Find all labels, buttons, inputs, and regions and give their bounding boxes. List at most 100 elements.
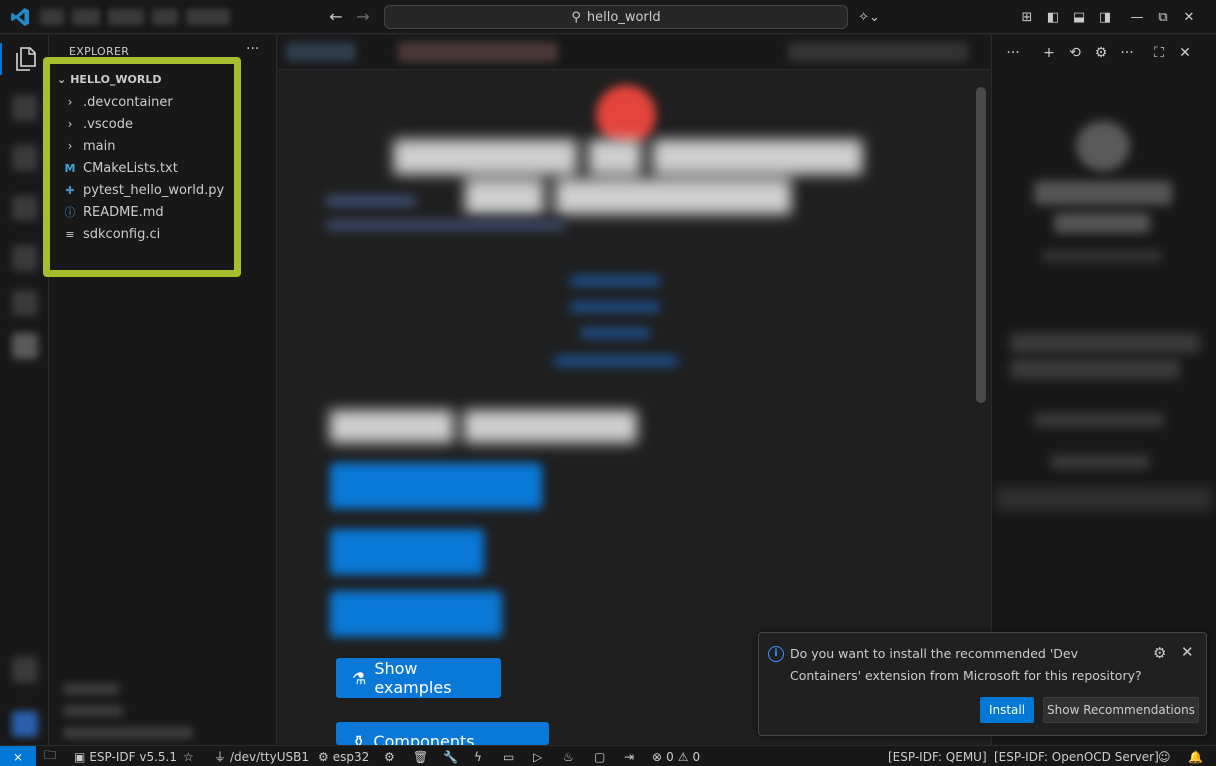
- new-chat-icon[interactable]: +: [1036, 43, 1062, 63]
- install-button[interactable]: Install: [980, 697, 1034, 723]
- target-item[interactable]: ⚙ esp32: [318, 748, 369, 765]
- openocd-item[interactable]: [ESP-IDF: OpenOCD Server]: [994, 748, 1159, 765]
- chevron-down-icon: ⌄: [57, 73, 67, 86]
- fire-icon[interactable]: ♨: [563, 748, 574, 765]
- containers-icon[interactable]: [12, 333, 38, 359]
- blurred-link[interactable]: [1034, 413, 1164, 427]
- run-debug-icon[interactable]: [12, 195, 38, 221]
- tab-welcome[interactable]: [398, 42, 558, 62]
- more-icon[interactable]: ···: [1000, 43, 1026, 63]
- tree-item-cmakelists[interactable]: M CMakeLists.txt: [63, 157, 178, 179]
- esp-idf-icon: ▣: [74, 749, 86, 764]
- remote-indicator-icon[interactable]: ⨯: [0, 746, 36, 766]
- outline-section[interactable]: [63, 683, 119, 695]
- close-window-icon[interactable]: ✕: [1176, 8, 1202, 26]
- activity-bar: [0, 35, 49, 745]
- command-center-search[interactable]: ⚲ hello_world: [384, 5, 848, 29]
- star-icon[interactable]: ☆: [183, 748, 194, 765]
- toggle-panel-icon[interactable]: ⬓: [1066, 8, 1092, 26]
- trash-icon[interactable]: 🗑: [413, 748, 428, 765]
- tree-item-main[interactable]: › main: [63, 135, 116, 157]
- editor-scrollbar[interactable]: [976, 87, 986, 403]
- search-view-icon[interactable]: [12, 95, 38, 121]
- tab-blurred[interactable]: [286, 42, 356, 62]
- blurred-action-button[interactable]: [330, 591, 502, 637]
- copilot-menu[interactable]: ✧⌄: [856, 8, 882, 26]
- extensions-icon[interactable]: [12, 245, 38, 271]
- gear-icon[interactable]: ⚙: [1088, 43, 1114, 63]
- notification-toast: i Do you want to install the recommended…: [758, 632, 1207, 736]
- tree-item-sdkconfig[interactable]: ≡ sdkconfig.ci: [63, 223, 160, 245]
- blurred-link[interactable]: [554, 355, 678, 367]
- gear-icon[interactable]: ⚙: [1153, 644, 1166, 662]
- restore-icon[interactable]: ⧉: [1150, 8, 1176, 26]
- idf-version-item[interactable]: ▣ ESP-IDF v5.5.1: [74, 748, 177, 765]
- toggle-primary-sidebar-icon[interactable]: ◧: [1040, 8, 1066, 26]
- build-icon[interactable]: 🔧: [443, 748, 458, 765]
- copilot-status-icon[interactable]: ☺: [1158, 748, 1171, 765]
- menu-selection[interactable]: [108, 9, 144, 25]
- title-bar: ← → ⚲ hello_world ✧⌄ ⊞ ◧ ⬓ ◨ — ⧉ ✕: [0, 0, 1216, 34]
- timeline-section[interactable]: [63, 705, 123, 717]
- show-recommendations-button[interactable]: Show Recommendations: [1043, 697, 1199, 723]
- tree-item-devcontainer[interactable]: › .devcontainer: [63, 91, 173, 113]
- port-item[interactable]: ⏚ /dev/ttyUSB1: [214, 748, 309, 765]
- info-file-icon: ⓘ: [64, 206, 76, 219]
- explorer-icon[interactable]: [12, 45, 38, 73]
- blurred-text: [1010, 333, 1200, 353]
- menu-more[interactable]: [186, 9, 230, 25]
- run-task-icon[interactable]: ⇥: [624, 748, 634, 765]
- esp-idf-icon[interactable]: [12, 290, 38, 316]
- status-bar: ⨯ 🗀 ▣ ESP-IDF v5.5.1 ☆ ⏚ /dev/ttyUSB1 ⚙ …: [0, 745, 1216, 766]
- project-components-section[interactable]: [63, 727, 193, 739]
- components-manager-button[interactable]: ⚱ Components manager: [336, 722, 549, 745]
- maximize-icon[interactable]: ⛶: [1146, 43, 1172, 63]
- menu-edit[interactable]: [72, 9, 100, 25]
- tree-item-readme[interactable]: ⓘ README.md: [63, 201, 164, 223]
- plug-icon: ⏚: [214, 750, 227, 764]
- sdk-config-icon[interactable]: ⚙: [384, 748, 395, 765]
- close-icon[interactable]: ✕: [1172, 43, 1198, 63]
- blurred-link[interactable]: [580, 327, 650, 339]
- warning-count: 0: [692, 749, 701, 764]
- components-manager-label: Components manager: [373, 732, 475, 745]
- tree-item-pytest[interactable]: ✚ pytest_hello_world.py: [63, 179, 224, 201]
- manage-icon[interactable]: [12, 711, 38, 737]
- monitor-icon[interactable]: ▭: [503, 748, 514, 765]
- forward-arrow-icon[interactable]: →: [354, 7, 372, 27]
- notifications-bell-icon[interactable]: 🔔: [1188, 748, 1203, 765]
- menu-view[interactable]: [152, 9, 178, 25]
- blurred-action-button[interactable]: [330, 463, 542, 509]
- tree-item-vscode[interactable]: › .vscode: [63, 113, 133, 135]
- blurred-link[interactable]: [570, 301, 660, 313]
- blurred-link[interactable]: [1050, 455, 1150, 469]
- source-control-icon[interactable]: [12, 145, 38, 171]
- folder-header[interactable]: ⌄ HELLO_WORLD: [57, 73, 162, 86]
- minimize-icon[interactable]: —: [1124, 8, 1150, 26]
- folder-icon[interactable]: 🗀: [44, 748, 56, 765]
- chat-input[interactable]: [996, 487, 1212, 511]
- blurred-action-button[interactable]: [330, 529, 484, 575]
- blurred-link[interactable]: [570, 275, 660, 287]
- back-arrow-icon[interactable]: ←: [327, 7, 345, 27]
- blurred-text: [326, 195, 416, 207]
- accounts-icon[interactable]: [12, 657, 38, 683]
- problems-item[interactable]: ⊗ 0 ⚠ 0: [652, 748, 700, 765]
- idf-version-label: ESP-IDF v5.5.1: [89, 749, 177, 764]
- close-icon[interactable]: ✕: [1181, 643, 1194, 661]
- chip-icon: ⚙: [318, 749, 329, 764]
- flash-icon[interactable]: ϟ: [474, 748, 482, 765]
- debug-icon[interactable]: ▷: [533, 748, 542, 765]
- show-examples-button[interactable]: ⚗ Show examples: [336, 658, 501, 698]
- terminal-icon[interactable]: ▢: [594, 748, 605, 765]
- editor-actions[interactable]: [788, 42, 968, 62]
- chat-logo: [1076, 121, 1130, 171]
- copilot-icon[interactable]: ✧⌄: [856, 8, 882, 26]
- menu-file[interactable]: [40, 9, 64, 25]
- history-icon[interactable]: ⟲: [1062, 43, 1088, 63]
- layout-customize-icon[interactable]: ⊞: [1014, 8, 1040, 26]
- more-actions-icon[interactable]: ···: [246, 41, 259, 57]
- more-actions-icon[interactable]: ···: [1114, 43, 1140, 63]
- toggle-secondary-sidebar-icon[interactable]: ◨: [1092, 8, 1118, 26]
- qemu-item[interactable]: [ESP-IDF: QEMU]: [888, 748, 987, 765]
